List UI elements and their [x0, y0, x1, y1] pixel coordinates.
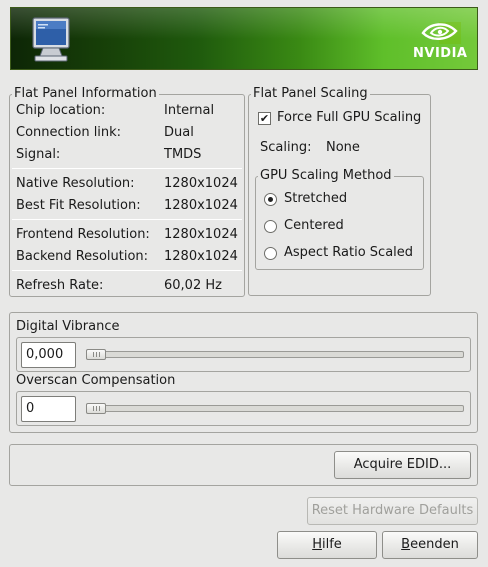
force-gpu-scaling-label[interactable]: Force Full GPU Scaling [277, 110, 421, 126]
info-value-signal: TMDS [164, 147, 202, 162]
help-button-label: ilfe [321, 537, 342, 552]
info-label-connection-link: Connection link: [16, 125, 122, 140]
radio-centered[interactable] [264, 220, 277, 233]
info-value-refresh-rate: 60,02 Hz [164, 278, 222, 293]
force-gpu-scaling-checkbox[interactable]: ✔ [258, 112, 271, 125]
info-value-native-resolution: 1280x1024 [164, 176, 238, 191]
info-value-frontend-resolution: 1280x1024 [164, 227, 238, 242]
separator [12, 270, 242, 271]
radio-aspect-ratio-scaled[interactable] [264, 247, 277, 260]
separator [12, 219, 242, 220]
info-value-best-fit-resolution: 1280x1024 [164, 198, 238, 213]
gpu-scaling-method-title: GPU Scaling Method [258, 168, 394, 183]
info-label-refresh-rate: Refresh Rate: [16, 278, 104, 293]
info-value-connection-link: Dual [164, 125, 194, 140]
help-button[interactable]: Hilfe [277, 531, 377, 559]
nvidia-banner: NVIDIA [10, 7, 478, 70]
info-label-native-resolution: Native Resolution: [16, 176, 135, 191]
reset-hardware-defaults-button[interactable]: Reset Hardware Defaults [307, 497, 478, 525]
help-button-mnemonic: H [312, 537, 322, 552]
radio-centered-label[interactable]: Centered [284, 218, 344, 234]
overscan-label: Overscan Compensation [16, 373, 176, 388]
scaling-value: None [326, 140, 360, 155]
monitor-icon [32, 17, 70, 62]
flat-panel-info-title: Flat Panel Information [12, 86, 159, 101]
info-label-chip-location: Chip location: [16, 103, 106, 118]
quit-button-label: eenden [410, 537, 459, 552]
overscan-slider-thumb[interactable] [86, 403, 106, 414]
digital-vibrance-slider-track[interactable] [86, 351, 464, 358]
quit-button[interactable]: Beenden [382, 531, 478, 559]
info-label-frontend-resolution: Frontend Resolution: [16, 227, 150, 242]
separator [12, 168, 242, 169]
nvidia-eye-icon [421, 22, 461, 44]
radio-aspect-ratio-scaled-label[interactable]: Aspect Ratio Scaled [284, 245, 413, 261]
quit-button-mnemonic: B [401, 537, 411, 552]
info-label-best-fit-resolution: Best Fit Resolution: [16, 198, 141, 213]
acquire-edid-button[interactable]: Acquire EDID... [334, 451, 471, 479]
info-label-backend-resolution: Backend Resolution: [16, 249, 149, 264]
overscan-input[interactable]: 0 [21, 396, 76, 422]
radio-stretched-label[interactable]: Stretched [284, 191, 347, 207]
overscan-slider-track[interactable] [86, 405, 464, 412]
digital-vibrance-input[interactable]: 0,000 [21, 342, 76, 368]
info-value-chip-location: Internal [164, 103, 215, 118]
radio-stretched[interactable] [264, 193, 277, 206]
info-value-backend-resolution: 1280x1024 [164, 249, 238, 264]
flat-panel-scaling-title: Flat Panel Scaling [251, 86, 370, 101]
nvidia-logo-text: NVIDIA [413, 46, 468, 61]
scaling-label: Scaling: [260, 140, 312, 155]
digital-vibrance-slider-thumb[interactable] [86, 349, 106, 360]
info-label-signal: Signal: [16, 147, 61, 162]
digital-vibrance-label: Digital Vibrance [16, 319, 120, 334]
